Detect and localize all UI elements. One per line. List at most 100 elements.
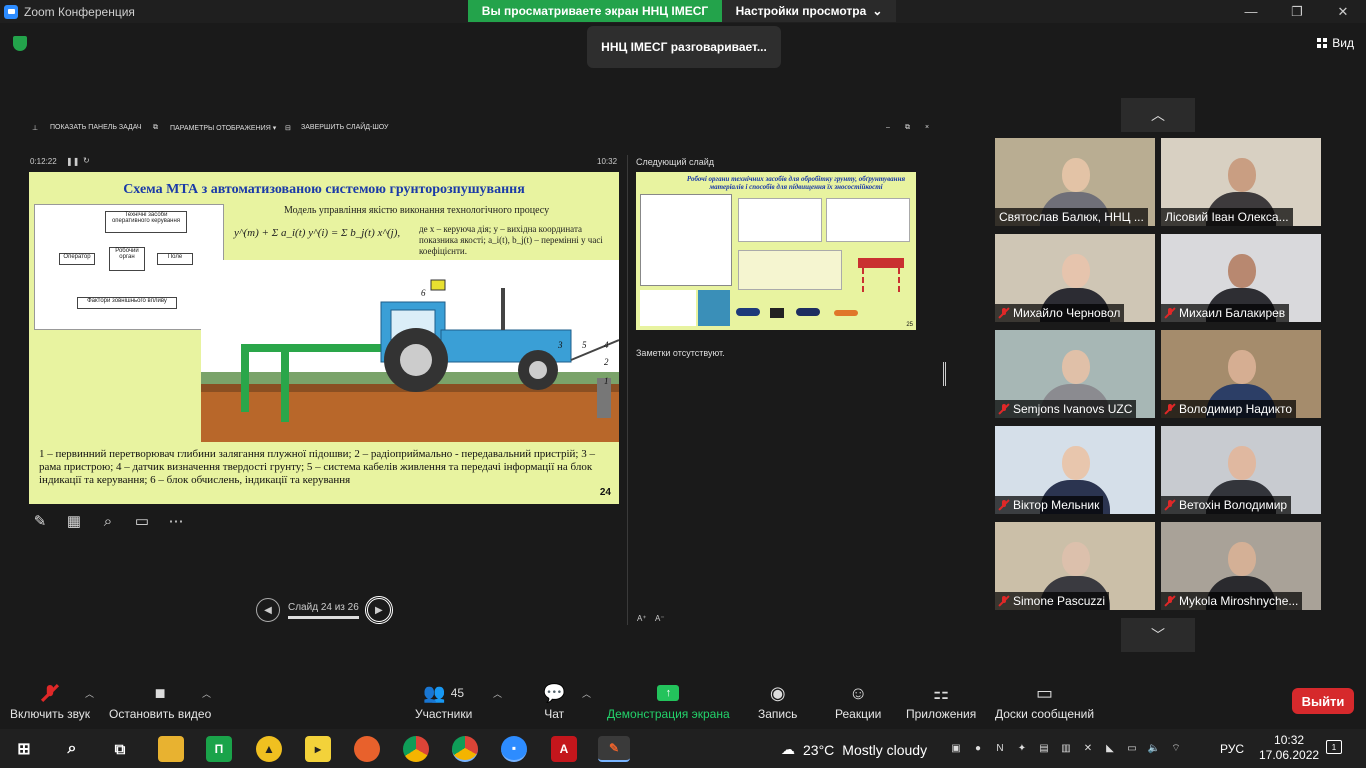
video-options-caret[interactable]: ︿ — [202, 687, 211, 700]
video-camera-icon: ■ — [154, 682, 166, 703]
participant-tile[interactable]: Святослав Балюк, ННЦ ... — [995, 138, 1155, 226]
reactions-label: Реакции — [835, 707, 882, 721]
unmute-button[interactable]: Включить звук — [10, 679, 90, 721]
participant-name-tag: Володимир Надикто — [1161, 400, 1297, 418]
more-options-icon[interactable]: ⋯ — [166, 511, 186, 531]
participant-tile[interactable]: Володимир Надикто — [1161, 330, 1321, 418]
leave-meeting-button[interactable]: Выйти — [1292, 688, 1354, 714]
language-indicator[interactable]: РУС — [1220, 742, 1244, 756]
panel-resize-handle[interactable] — [943, 362, 946, 386]
participants-options-caret[interactable]: ︿ — [493, 687, 502, 700]
participants-button[interactable]: 👥 45 Участники — [415, 679, 472, 722]
close-button[interactable]: ✕ — [1320, 0, 1366, 23]
participant-name-tag: Віктор Мельник — [995, 496, 1104, 514]
end-slideshow-button[interactable]: ЗАВЕРШИТЬ СЛАЙД-ШОУ — [301, 124, 389, 131]
windows-start-icon[interactable]: ⊞ — [11, 736, 37, 762]
participant-name: Semjons Ivanovs UZC — [1013, 402, 1133, 416]
temperature: 23°C — [803, 741, 835, 758]
search-icon[interactable]: ⌕ — [59, 736, 85, 762]
end-show-icon: ⊟ — [285, 125, 291, 132]
firefox-icon[interactable] — [354, 736, 380, 762]
tray-zoom-icon[interactable]: ● — [970, 741, 986, 755]
tray-app-icon[interactable]: ▣ — [948, 741, 964, 755]
project-app-icon[interactable]: Π — [206, 736, 232, 762]
participant-tile[interactable]: Mykola Miroshnyche... — [1161, 522, 1321, 610]
participant-tile[interactable]: Віктор Мельник — [995, 426, 1155, 514]
task-view-icon[interactable]: ⧉ — [107, 736, 133, 762]
view-button[interactable]: Вид — [1317, 36, 1354, 50]
cloud-icon: ☁ — [781, 741, 795, 757]
next-slide-photo — [640, 290, 696, 326]
tray-nk-icon[interactable]: N — [992, 741, 1008, 755]
player-app-icon[interactable]: ▶ — [305, 736, 331, 762]
security-shield-icon[interactable] — [13, 36, 27, 51]
participant-name: Ветохін Володимир — [1179, 498, 1288, 512]
participant-name: Михаил Балакирев — [1179, 306, 1286, 320]
archive-app-icon[interactable]: ▲ — [256, 736, 282, 762]
next-slide-preview[interactable]: Робочі органи технічних засобів для обро… — [636, 172, 916, 330]
presenter-restore-button[interactable]: ⧉ — [905, 124, 910, 132]
all-slides-icon[interactable]: ▦ — [64, 511, 84, 531]
record-button[interactable]: ◉ Запись — [758, 679, 797, 722]
chrome-icon[interactable] — [403, 736, 429, 762]
participant-tile[interactable]: Лісовий Іван Олекса... — [1161, 138, 1321, 226]
participant-tile[interactable]: Ветохін Володимир — [1161, 426, 1321, 514]
participants-count: 45 — [450, 686, 465, 700]
participant-tile[interactable]: Михаил Балакирев — [1161, 234, 1321, 322]
pause-button[interactable]: ❚❚ — [66, 157, 79, 166]
minimize-button[interactable]: — — [1228, 0, 1274, 23]
presenter-minimize-button[interactable]: – — [886, 124, 890, 131]
participant-tile[interactable]: Semjons Ivanovs UZC — [995, 330, 1155, 418]
presenter-close-button[interactable]: × — [925, 124, 929, 131]
zoom-taskbar-icon[interactable]: ▪ — [501, 736, 527, 762]
participant-name-tag: Лісовий Іван Олекса... — [1161, 208, 1293, 226]
volume-icon[interactable]: 🔈 — [1146, 741, 1162, 755]
tray-nvidia-icon[interactable]: ◣ — [1102, 741, 1118, 755]
gallery-scroll-down-button[interactable]: ﹀ — [1121, 618, 1195, 652]
black-screen-icon[interactable]: ▭ — [132, 511, 152, 531]
tray-network-x-icon[interactable]: ✕ — [1080, 741, 1096, 755]
tray-display-icon[interactable]: ▭ — [1124, 741, 1140, 755]
tray-dropbox-icon[interactable]: ✦ — [1014, 741, 1030, 755]
tray-security-icon[interactable]: ▤ — [1036, 741, 1052, 755]
share-screen-button[interactable]: ↑ Демонстрация экрана — [607, 679, 730, 721]
next-slide-page-number: 25 — [906, 322, 913, 328]
display-settings-button[interactable]: ПАРАМЕТРЫ ОТОБРАЖЕНИЯ ▾ — [170, 124, 276, 132]
participant-name: Simone Pascuzzi — [1013, 594, 1106, 608]
reset-timer-icon[interactable]: ↻ — [83, 156, 90, 165]
previous-slide-button[interactable]: ◀ — [256, 598, 280, 622]
notifications-icon[interactable]: 1 — [1326, 740, 1342, 754]
whiteboards-button[interactable]: ▭ Доски сообщений — [995, 679, 1094, 722]
participant-tile[interactable]: Михайло Черновол — [995, 234, 1155, 322]
powerpoint-pen-icon[interactable]: ✎ — [598, 736, 630, 762]
system-clock[interactable]: 10:32 17.06.2022 — [1259, 733, 1319, 763]
apps-button[interactable]: ⚏ Приложения — [906, 679, 976, 722]
chat-options-caret[interactable]: ︿ — [582, 687, 591, 700]
current-slide: Схема МТА з автоматизованою системою гру… — [29, 172, 619, 504]
tray-monitor-icon[interactable]: ▥ — [1058, 741, 1074, 755]
maximize-button[interactable]: ❐ — [1274, 0, 1320, 23]
decrease-font-button[interactable]: A⁻ — [655, 614, 665, 623]
view-options-button[interactable]: Настройки просмотра ⌄ — [722, 0, 896, 22]
taskbar-icon: ⊥ — [32, 125, 39, 132]
show-taskbar-button[interactable]: ПОКАЗАТЬ ПАНЕЛЬ ЗАДАЧ — [50, 124, 142, 131]
network-icon[interactable]: ⌔ — [1168, 741, 1184, 755]
file-explorer-icon[interactable] — [158, 736, 184, 762]
muted-mic-icon — [999, 499, 1009, 511]
share-banner: Вы просматриваете экран ННЦ IMECГ Настро… — [468, 0, 896, 22]
zoom-magnifier-icon[interactable]: ⌕ — [98, 511, 118, 531]
chat-button[interactable]: 💬 Чат — [543, 679, 565, 722]
weather-widget[interactable]: ☁ 23°C Mostly cloudy — [781, 741, 927, 758]
increase-font-button[interactable]: A⁺ — [637, 614, 647, 623]
pen-icon[interactable]: ✎ — [30, 511, 50, 531]
stop-video-button[interactable]: ■ Остановить видео — [109, 679, 211, 722]
muted-mic-icon — [999, 403, 1009, 415]
muted-mic-icon — [1165, 307, 1175, 319]
participant-tile[interactable]: Simone Pascuzzi — [995, 522, 1155, 610]
reactions-button[interactable]: ☺ Реакции — [835, 679, 882, 722]
audio-options-caret[interactable]: ︿ — [85, 687, 94, 700]
next-slide-button[interactable]: ▶ — [364, 596, 393, 624]
chrome-profile-icon[interactable] — [452, 736, 478, 762]
gallery-scroll-up-button[interactable]: ︿ — [1121, 98, 1195, 132]
acrobat-icon[interactable]: A — [551, 736, 577, 762]
